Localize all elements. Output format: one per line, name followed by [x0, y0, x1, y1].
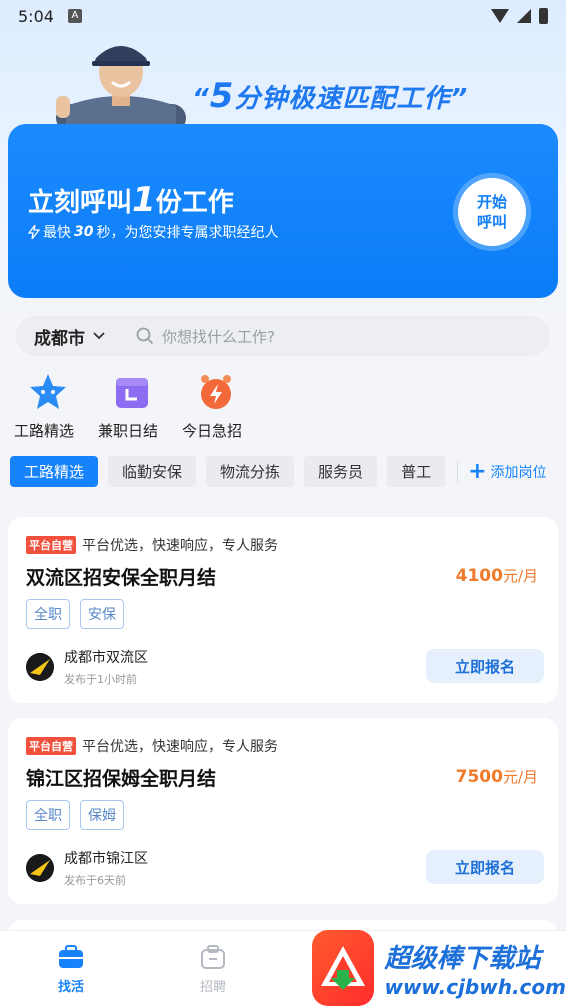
hero-title-post: 份工作: [155, 188, 234, 218]
watermark-url: www.cjbwh.com: [384, 974, 566, 999]
hero-sub-num: 30: [74, 224, 94, 240]
city-label: 成都市: [34, 328, 85, 349]
job-tag: 保姆: [80, 800, 124, 830]
quick-item-featured[interactable]: 工路精选: [14, 372, 98, 441]
salary-amount: 4100: [455, 566, 503, 586]
job-location: 成都市锦江区 发布于6天前: [26, 848, 148, 888]
add-job-label: 添加岗位: [490, 464, 547, 481]
signal-icon: [517, 9, 531, 23]
apply-button[interactable]: 立即报名: [426, 649, 544, 683]
job-salary: 7500元/月: [456, 766, 538, 787]
tag-waiter[interactable]: 服务员: [304, 456, 378, 487]
tag-divider: [457, 460, 459, 483]
hero-title: 立刻呼叫1份工作: [28, 180, 234, 220]
job-tag: 全职: [26, 800, 70, 830]
location-text: 成都市双流区: [64, 650, 148, 666]
quick-label-urgent: 今日急招: [182, 422, 243, 440]
salary-unit: 元/月: [502, 768, 538, 786]
company-logo-icon: [26, 653, 54, 681]
quick-item-urgent[interactable]: 今日急招: [182, 372, 266, 441]
quick-category-row: 工路精选 兼职日结 今日急招: [14, 372, 266, 441]
location-text: 成都市锦江区: [64, 851, 148, 867]
tag-security[interactable]: 临勤安保: [108, 456, 197, 487]
nav-label-recruit: 招聘: [199, 980, 226, 995]
nav-label-find-work: 找活: [57, 980, 84, 995]
apply-button[interactable]: 立即报名: [426, 850, 544, 884]
salary-amount: 7500: [455, 767, 503, 787]
status-time: 5:04: [18, 6, 54, 26]
star-icon: [30, 374, 66, 409]
city-selector[interactable]: 成都市: [16, 324, 136, 349]
start-call-line1: 开始: [476, 193, 507, 211]
add-job-button[interactable]: + 添加岗位: [468, 459, 546, 484]
calendar-icon: [116, 378, 148, 408]
company-logo-icon: [26, 854, 54, 882]
slogan-banner: “5分钟极速匹配工作”: [192, 76, 468, 116]
alarm-icon: [201, 375, 231, 409]
slogan-quote-close: ”: [450, 84, 469, 114]
tag-featured[interactable]: 工路精选: [10, 456, 99, 487]
slogan-text: 分钟极速匹配工作: [234, 84, 451, 114]
tag-general-worker[interactable]: 普工: [387, 456, 446, 487]
job-tag: 全职: [26, 599, 70, 629]
job-card-slogan: 平台优选，快速响应，专人服务: [82, 739, 278, 755]
job-card-header: 平台自营 平台优选，快速响应，专人服务: [26, 736, 278, 756]
lightning-icon: [28, 225, 40, 239]
watermark: 超级棒下载站 www.cjbwh.com: [312, 928, 566, 1008]
platform-badge: 平台自营: [26, 737, 76, 755]
briefcase-filled-icon: [59, 945, 83, 968]
slogan-quote-open: “: [192, 84, 210, 114]
job-salary: 4100元/月: [456, 565, 538, 586]
search-icon: [136, 327, 154, 345]
job-title: 锦江区招保姆全职月结: [26, 768, 217, 790]
search-placeholder: 你想找什么工作?: [162, 327, 275, 346]
job-tags: 全职 保姆: [26, 800, 124, 830]
posted-time: 发布于6天前: [64, 874, 126, 887]
job-tags-row: 工路精选 临勤安保 物流分拣 服务员 普工 + 添加岗位: [10, 456, 547, 487]
nav-item-find-work[interactable]: 找活: [0, 931, 142, 1008]
chevron-down-icon: [93, 332, 105, 340]
job-card[interactable]: 平台自营 平台优选，快速响应，专人服务 双流区招安保全职月结 4100元/月 全…: [8, 517, 558, 703]
briefcase-outline-icon: [201, 945, 225, 969]
hero-title-num: 1: [132, 180, 156, 220]
slogan-number: 5: [209, 76, 235, 116]
job-card-slogan: 平台优选，快速响应，专人服务: [82, 538, 278, 554]
status-bar: 5:04 A: [0, 0, 566, 32]
job-card[interactable]: 平台自营 平台优选，快速响应，专人服务 锦江区招保姆全职月结 7500元/月 全…: [8, 718, 558, 904]
salary-unit: 元/月: [502, 567, 538, 585]
download-site-logo-icon: [312, 930, 375, 1006]
hero-sub-post: 秒，为您安排专属求职经纪人: [96, 225, 279, 241]
battery-icon: [539, 8, 548, 24]
quick-label-parttime: 兼职日结: [98, 422, 159, 440]
notification-a-icon: A: [67, 9, 82, 23]
quick-item-parttime[interactable]: 兼职日结: [98, 372, 182, 441]
hero-subtitle: 最快 30 秒，为您安排专属求职经纪人: [28, 222, 278, 242]
plus-icon: +: [468, 459, 487, 484]
job-tags: 全职 安保: [26, 599, 124, 629]
quick-label-featured: 工路精选: [14, 422, 75, 440]
watermark-title: 超级棒下载站: [384, 943, 541, 974]
search-row: 成都市 你想找什么工作?: [16, 316, 550, 356]
status-icons: [491, 8, 548, 24]
platform-badge: 平台自营: [26, 536, 76, 554]
tag-logistics[interactable]: 物流分拣: [206, 456, 295, 487]
hero-title-pre: 立刻呼叫: [28, 188, 133, 218]
nav-item-recruit[interactable]: 招聘: [142, 931, 284, 1008]
call-job-hero-card[interactable]: 立刻呼叫1份工作 最快 30 秒，为您安排专属求职经纪人 开始 呼叫: [8, 124, 558, 298]
wifi-icon: [491, 9, 509, 23]
hero-sub-pre: 最快: [43, 225, 71, 241]
agent-person-illustration: [56, 46, 186, 132]
job-location: 成都市双流区 发布于1小时前: [26, 647, 148, 687]
job-card-header: 平台自营 平台优选，快速响应，专人服务: [26, 535, 278, 555]
posted-time: 发布于1小时前: [64, 673, 137, 686]
job-title: 双流区招安保全职月结: [26, 567, 217, 589]
start-call-button[interactable]: 开始 呼叫: [458, 178, 526, 246]
search-input[interactable]: 你想找什么工作?: [136, 326, 275, 347]
start-call-line2: 呼叫: [476, 213, 507, 231]
job-tag: 安保: [80, 599, 124, 629]
